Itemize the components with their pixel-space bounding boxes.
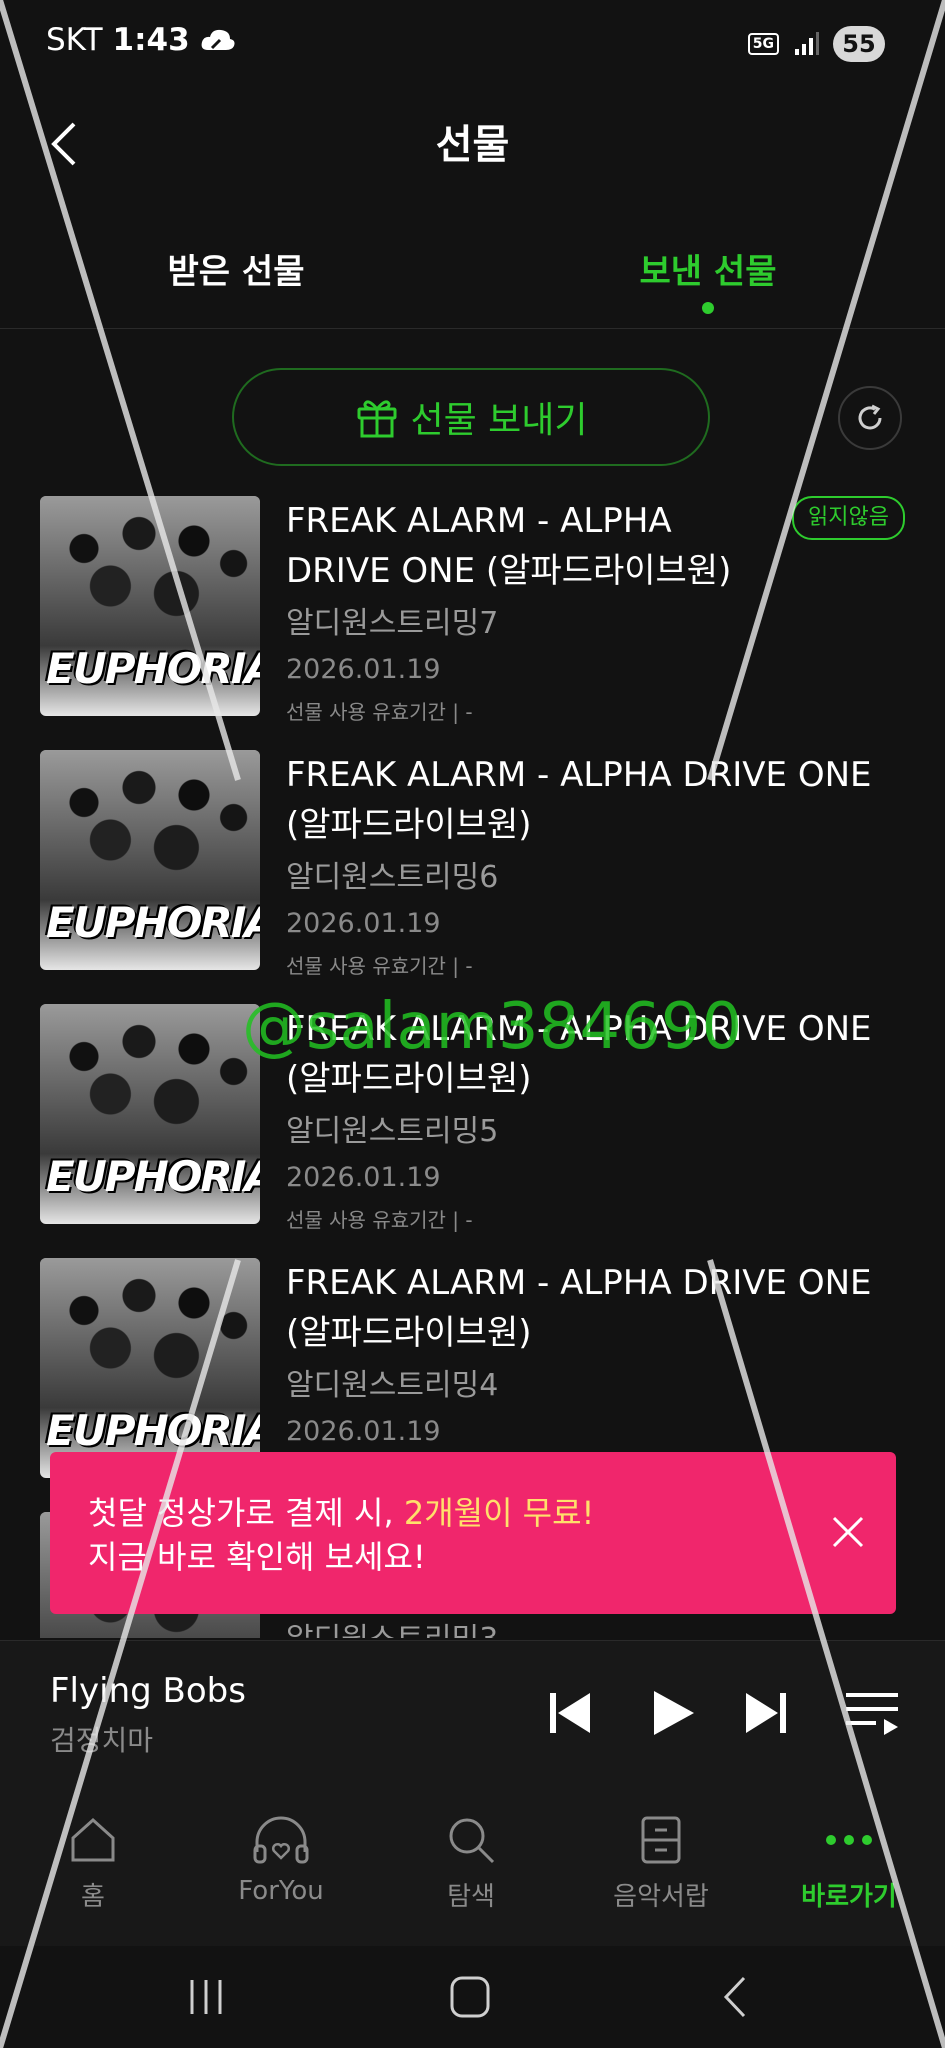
active-tab-indicator — [702, 302, 714, 314]
nav-foryou[interactable]: ForYou — [206, 1812, 356, 1906]
player-artist: 검정치마 — [50, 1724, 154, 1757]
headphones-heart-icon — [253, 1816, 309, 1864]
song-title: FREAK ALARM - ALPHA DRIVE ONE (알파드라이브원) — [286, 501, 732, 591]
gift-date: 2026.01.19 — [286, 908, 441, 939]
nav-label: 바로가기 — [801, 1882, 897, 1912]
nav-shortcuts[interactable]: 바로가기 — [774, 1812, 924, 1913]
album-art-text: EUPHORIA — [46, 1406, 260, 1455]
gift-list-item[interactable]: EUPHORIA FREAK ALARM - ALPHA DRIVE ONE (… — [0, 750, 945, 1000]
nav-label: 음악서랍 — [613, 1882, 709, 1912]
gift-date: 2026.01.19 — [286, 1162, 441, 1193]
status-left: SKT 1:43 — [46, 22, 236, 58]
album-art: EUPHORIA — [40, 1004, 260, 1224]
battery-indicator: 55 — [833, 26, 885, 62]
gift-icon — [357, 400, 397, 438]
album-art-text: EUPHORIA — [46, 898, 260, 947]
send-gift-label: 선물 보내기 — [410, 400, 588, 441]
album-art: EUPHORIA — [40, 1258, 260, 1478]
system-back-icon[interactable] — [706, 1972, 766, 2022]
play-icon[interactable] — [640, 1681, 704, 1745]
refresh-button[interactable] — [838, 386, 902, 450]
nav-home[interactable]: 홈 — [18, 1812, 168, 1913]
gift-sender: 알디원스트리밍4 — [286, 1368, 499, 1403]
tab-received-gifts[interactable]: 받은 선물 — [106, 244, 366, 293]
gift-sender: 알디원스트리밍7 — [286, 606, 499, 641]
album-art: EUPHORIA — [40, 496, 260, 716]
nav-label: ForYou — [238, 1876, 324, 1906]
signal-icon — [795, 32, 819, 55]
gift-date: 2026.01.19 — [286, 654, 441, 685]
status-right: 5G 55 — [747, 26, 885, 62]
home-icon — [71, 1817, 115, 1862]
album-art-text: EUPHORIA — [46, 644, 260, 693]
album-art-text: EUPHORIA — [46, 1152, 260, 1201]
carrier-label: SKT — [46, 22, 103, 58]
nav-search[interactable]: 탐색 — [396, 1812, 546, 1913]
network-badge: 5G — [747, 33, 779, 55]
recent-apps-icon[interactable] — [176, 1972, 236, 2022]
page-title: 선물 — [435, 122, 510, 168]
promo-line-2: 지금 바로 확인해 보세요! — [88, 1538, 426, 1576]
gift-sender: 알디원스트리밍5 — [286, 1114, 499, 1149]
song-title: FREAK ALARM - ALPHA DRIVE ONE (알파드라이브원) — [286, 1263, 872, 1353]
gift-list-item[interactable]: EUPHORIA FREAK ALARM - ALPHA DRIVE ONE (… — [0, 496, 945, 746]
more-dots-icon — [826, 1835, 872, 1845]
nav-label: 탐색 — [447, 1882, 495, 1912]
gift-sender: 알디원스트리밍6 — [286, 860, 499, 895]
close-icon[interactable] — [824, 1508, 872, 1556]
drawer-icon — [641, 1816, 681, 1864]
player-track-title: Flying Bobs — [50, 1671, 246, 1711]
unread-badge: 읽지않음 — [792, 496, 905, 540]
playlist-icon[interactable] — [840, 1681, 904, 1745]
status-bar: SKT 1:43 5G 55 — [0, 0, 945, 90]
gift-validity: 선물 사용 유효기간 | - — [286, 1208, 473, 1232]
weather-icon — [201, 29, 235, 50]
gift-validity: 선물 사용 유효기간 | - — [286, 954, 473, 978]
watermark-text: @salam384690 — [242, 990, 743, 1064]
promo-line-1: 첫달 정상가로 결제 시, 2개월이 무료! — [88, 1488, 594, 1534]
gift-validity: 선물 사용 유효기간 | - — [286, 700, 473, 724]
system-navigation-bar — [0, 1946, 945, 2048]
bottom-navigation: 홈 ForYou 탐색 음악서랍 바로가기 — [0, 1796, 945, 1946]
mini-player[interactable]: Flying Bobs 검정치마 — [0, 1640, 945, 1797]
gift-sender: 알디원스트리밍3 — [286, 1614, 498, 1638]
tab-divider — [0, 328, 945, 329]
home-button-icon[interactable] — [440, 1972, 500, 2022]
promo-text: 첫달 정상가로 결제 시, — [88, 1494, 404, 1532]
album-art: EUPHORIA — [40, 750, 260, 970]
tab-sent-gifts[interactable]: 보낸 선물 — [578, 244, 838, 293]
nav-label: 홈 — [81, 1882, 105, 1912]
send-gift-button[interactable]: 선물 보내기 — [232, 368, 710, 466]
clock: 1:43 — [112, 22, 190, 58]
next-track-icon[interactable] — [734, 1681, 798, 1745]
gift-date: 2026.01.19 — [286, 1416, 441, 1447]
refresh-icon — [858, 404, 882, 430]
search-icon — [449, 1818, 495, 1864]
promo-highlight: 2개월이 무료! — [403, 1494, 595, 1532]
previous-track-icon[interactable] — [538, 1681, 602, 1745]
nav-music-drawer[interactable]: 음악서랍 — [586, 1812, 736, 1913]
song-title: FREAK ALARM - ALPHA DRIVE ONE (알파드라이브원) — [286, 755, 872, 845]
promo-banner[interactable]: 첫달 정상가로 결제 시, 2개월이 무료! 지금 바로 확인해 보세요! — [50, 1452, 896, 1614]
